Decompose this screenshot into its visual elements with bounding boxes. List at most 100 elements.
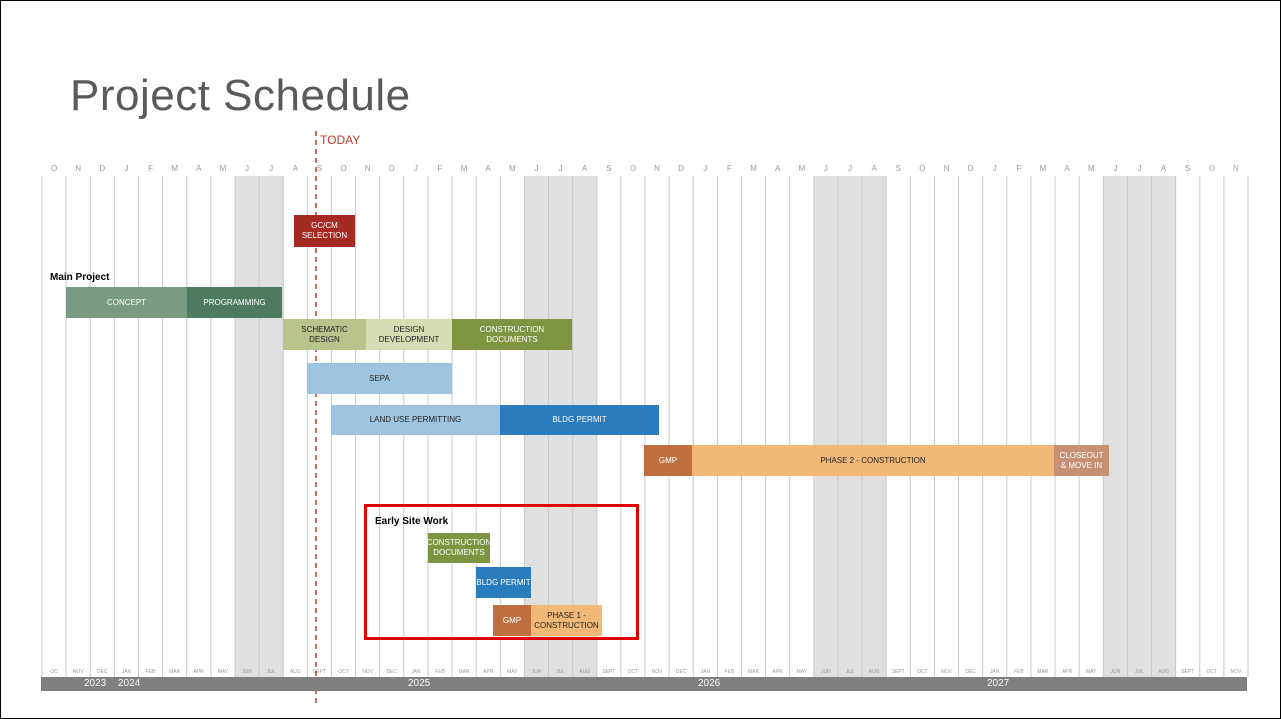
month-abbrev: DEC: [97, 669, 108, 675]
month-abbrev: NOV: [941, 669, 953, 675]
month-abbrev: DEC: [676, 669, 687, 675]
month-initial: F: [1016, 164, 1021, 173]
month-initial: D: [678, 164, 684, 173]
month-initial: M: [1088, 164, 1095, 173]
bar-label-line: SELECTION: [301, 231, 348, 240]
month-initial: A: [871, 164, 877, 173]
month-abbrev: OC: [50, 669, 58, 675]
month-initial: O: [630, 164, 636, 173]
month-initial: S: [1185, 164, 1190, 173]
gmp-bar[interactable]: GMP: [644, 445, 692, 476]
concept-bar[interactable]: CONCEPT: [66, 287, 187, 318]
month-initial: J: [1113, 164, 1117, 173]
summer-shade: [1103, 176, 1128, 677]
month-abbrev: JUL: [1135, 669, 1144, 675]
month-initial: M: [750, 164, 757, 173]
bar-label: BLDG PERMIT: [552, 415, 607, 424]
month-abbrev: MAY: [507, 669, 518, 675]
bar-label: CONCEPT: [106, 297, 147, 307]
summer-shade: [813, 176, 838, 677]
year-label: 2025: [408, 678, 431, 689]
month-initial: J: [269, 164, 273, 173]
gc-cm-selection-bar[interactable]: GC/CM SELECTION: [294, 215, 355, 247]
month-abbrev: JUL: [267, 669, 276, 675]
sepa-bar[interactable]: SEPA: [307, 363, 452, 394]
schematic-design-bar[interactable]: SCHEMATIC DESIGN: [283, 319, 366, 350]
slide: Project Schedule O OC N NOV D DEC J JAN F FEB M MAR…: [0, 0, 1281, 719]
construction-documents-bar[interactable]: CONSTRUCTION DOCUMENTS: [452, 319, 572, 350]
month-abbrev: SEPT: [892, 669, 905, 675]
month-initial: N: [365, 164, 371, 173]
month-initial: J: [534, 164, 538, 173]
month-initial: J: [848, 164, 852, 173]
month-initial: J: [414, 164, 418, 173]
programming-bar[interactable]: PROGRAMMING: [187, 287, 282, 318]
month-initial: M: [1040, 164, 1047, 173]
bar-label: PHASE 2 - CONSTRUCTION: [820, 455, 926, 465]
bar-label-line: GC/CM: [311, 221, 338, 230]
bar-label-line: & MOVE IN: [1060, 460, 1103, 470]
bar-label-line: CLOSEOUT: [1059, 450, 1104, 460]
month-initial: N: [1233, 164, 1239, 173]
bar-label-line: DESIGN: [393, 324, 425, 334]
month-abbrev: APR: [1062, 669, 1073, 675]
month-abbrev: JAN: [990, 669, 1000, 675]
month-abbrev: APR: [194, 669, 205, 675]
month-initial: D: [99, 164, 105, 173]
summer-shade: [259, 176, 284, 677]
bar-label-line: DEVELOPMENT: [378, 334, 440, 344]
month-abbrev: AUG: [869, 669, 880, 675]
month-initial: A: [582, 164, 588, 173]
design-development-bar[interactable]: DESIGN DEVELOPMENT: [366, 319, 452, 350]
year-label: 2023: [84, 678, 107, 689]
month-initial: J: [245, 164, 249, 173]
month-abbrev: JUL: [846, 669, 855, 675]
month-abbrev: JAN: [701, 669, 711, 675]
month-abbrev: AUG: [1158, 669, 1169, 675]
timeline-grid: OOCNNOVDDECJJANFFEBMMARAAPRMMAYJJUNJJULA…: [41, 131, 1249, 706]
month-initial: J: [1137, 164, 1141, 173]
month-abbrev: MAR: [1037, 669, 1049, 675]
month-abbrev: JAN: [122, 669, 132, 675]
month-abbrev: DEC: [965, 669, 976, 675]
month-initial: J: [559, 164, 563, 173]
month-initial: S: [896, 164, 901, 173]
month-initial: O: [340, 164, 346, 173]
month-abbrev: MAR: [169, 669, 181, 675]
year-bar: [41, 677, 1247, 691]
closeout-move-in-bar[interactable]: CLOSEOUT & MOVE IN: [1054, 445, 1109, 476]
summer-shade: [862, 176, 887, 677]
month-initial: A: [1161, 164, 1167, 173]
month-abbrev: FEB: [1014, 669, 1024, 675]
bar-label: LAND USE PERMITTING: [369, 415, 462, 424]
bldg-permit-bar[interactable]: BLDG PERMIT: [500, 405, 659, 435]
month-initial: F: [727, 164, 732, 173]
month-abbrev: FEB: [146, 669, 156, 675]
month-abbrev: JUN: [242, 669, 252, 675]
month-initial: O: [919, 164, 925, 173]
month-abbrev: APR: [773, 669, 784, 675]
month-initial: J: [993, 164, 997, 173]
phase2-construction-bar[interactable]: PHASE 2 - CONSTRUCTION: [692, 445, 1054, 476]
month-abbrev: SEPT: [1181, 669, 1194, 675]
month-initial: J: [124, 164, 128, 173]
year-label: 2024: [118, 678, 141, 689]
month-initial: O: [1209, 164, 1215, 173]
bar-label: GMP: [658, 455, 678, 465]
month-initial: S: [606, 164, 611, 173]
month-initial: N: [75, 164, 81, 173]
summer-shade: [837, 176, 863, 677]
month-abbrev: OCT: [338, 669, 349, 675]
month-abbrev: MAY: [1086, 669, 1097, 675]
year-label: 2026: [698, 678, 721, 689]
month-initial: F: [148, 164, 153, 173]
month-abbrev: MAY: [797, 669, 808, 675]
month-initial: A: [1064, 164, 1070, 173]
month-abbrev: JUN: [532, 669, 542, 675]
month-initial: N: [654, 164, 660, 173]
land-use-permitting-bar[interactable]: LAND USE PERMITTING: [331, 405, 500, 435]
summer-shade: [1151, 176, 1176, 677]
month-initial: S: [317, 164, 322, 173]
bar-label: SEPA: [369, 373, 390, 383]
month-initial: M: [171, 164, 178, 173]
